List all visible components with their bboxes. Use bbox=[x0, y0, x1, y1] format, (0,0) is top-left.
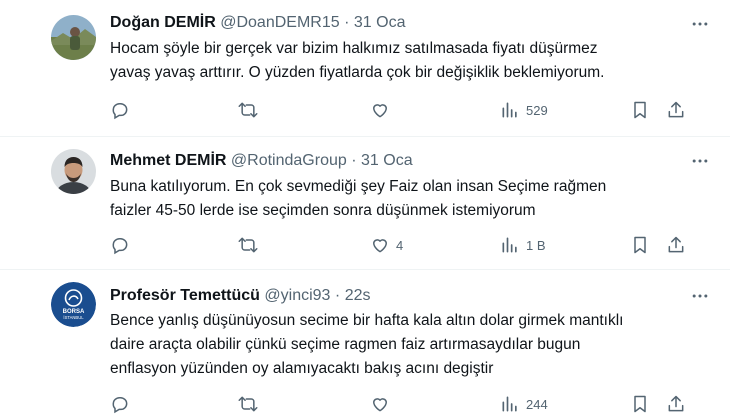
tweet-text-line: faizler 45-50 lerde ise seçimden sonra d… bbox=[110, 202, 536, 219]
timestamp[interactable]: 31 Oca bbox=[361, 152, 413, 169]
separator-dot: · bbox=[334, 287, 341, 304]
tweet-text-line: Hocam şöyle bir gerçek var bizim halkımı… bbox=[110, 40, 598, 57]
tweet-text-line: Bence yanlış düşünüyosun secime bir haft… bbox=[110, 312, 624, 329]
like-button[interactable] bbox=[370, 98, 396, 122]
tweet-text-line: daire araçta olabilir çünkü seçime ragme… bbox=[110, 336, 581, 353]
share-icon bbox=[668, 101, 684, 118]
retweet-icon bbox=[238, 102, 258, 118]
view-count: 529 bbox=[526, 102, 548, 118]
share-button[interactable] bbox=[666, 233, 686, 257]
reply-button[interactable] bbox=[110, 233, 130, 257]
tweet-text-line: Buna katılıyorum. En çok sevmediği şey F… bbox=[110, 178, 607, 195]
tweet-header: Profesör Temettücü @yinci93 · 22s bbox=[110, 285, 370, 307]
reply-button[interactable] bbox=[110, 392, 130, 416]
view-count: 244 bbox=[526, 396, 548, 412]
like-count: 4 bbox=[396, 237, 404, 253]
retweet-button[interactable] bbox=[238, 98, 258, 122]
tweet-text: Hocam şöyle bir gerçek var bizim halkımı… bbox=[110, 37, 710, 85]
display-name[interactable]: Profesör Temettücü bbox=[110, 287, 260, 304]
analytics-icon bbox=[502, 396, 517, 412]
bookmark-icon bbox=[634, 236, 646, 254]
divider bbox=[0, 269, 730, 270]
timestamp[interactable]: 31 Oca bbox=[354, 14, 406, 31]
display-name[interactable]: Doğan DEMİR bbox=[110, 14, 216, 31]
avatar-person-image bbox=[51, 149, 96, 194]
reply-icon bbox=[112, 103, 128, 120]
share-button[interactable] bbox=[666, 392, 686, 416]
share-icon bbox=[668, 236, 684, 253]
more-options-icon[interactable] bbox=[690, 286, 710, 306]
avatar[interactable] bbox=[51, 15, 96, 60]
separator-dot: · bbox=[344, 14, 350, 31]
separator-dot: · bbox=[351, 152, 357, 169]
reply-icon bbox=[112, 397, 128, 414]
tweet-actions: 529 bbox=[110, 98, 690, 122]
tweet-header: Doğan DEMİR @DoanDEMR15 · 31 Oca bbox=[110, 12, 405, 34]
analytics-icon bbox=[502, 237, 517, 253]
timestamp[interactable]: 22s bbox=[345, 287, 371, 304]
retweet-icon bbox=[238, 237, 258, 253]
avatar-landscape-image bbox=[51, 15, 96, 60]
tweet-header: Mehmet DEMİR @RotindaGroup · 31 Oca bbox=[110, 150, 413, 172]
tweet-text-line: enflasyon yüzünden oy alamıyacaktı bakış… bbox=[110, 360, 494, 377]
tweet-actions: 4 1 B bbox=[110, 233, 690, 257]
bookmark-button[interactable] bbox=[630, 392, 650, 416]
avatar[interactable]: BORSA İSTANBUL bbox=[51, 282, 96, 327]
share-button[interactable] bbox=[666, 98, 686, 122]
tweet-text: Bence yanlış düşünüyosun secime bir haft… bbox=[110, 309, 710, 381]
retweet-button[interactable] bbox=[238, 233, 258, 257]
user-handle[interactable]: @DoanDEMR15 bbox=[220, 14, 339, 31]
heart-icon bbox=[373, 239, 387, 253]
tweet-actions: 244 bbox=[110, 392, 690, 416]
reply-feed: Doğan DEMİR @DoanDEMR15 · 31 Oca Hocam ş… bbox=[0, 0, 730, 420]
display-name[interactable]: Mehmet DEMİR bbox=[110, 152, 226, 169]
bookmark-button[interactable] bbox=[630, 98, 650, 122]
heart-icon bbox=[373, 398, 387, 412]
user-handle[interactable]: @RotindaGroup bbox=[231, 152, 347, 169]
heart-icon bbox=[373, 104, 387, 118]
tweet-text: Buna katılıyorum. En çok sevmediği şey F… bbox=[110, 175, 710, 223]
retweet-icon bbox=[238, 396, 258, 412]
bookmark-button[interactable] bbox=[630, 233, 650, 257]
views-button[interactable]: 1 B bbox=[500, 233, 546, 257]
views-button[interactable]: 529 bbox=[500, 98, 548, 122]
reply-button[interactable] bbox=[110, 98, 130, 122]
like-button[interactable]: 4 bbox=[370, 233, 403, 257]
more-options-icon[interactable] bbox=[690, 151, 710, 171]
avatar[interactable] bbox=[51, 149, 96, 194]
borsa-istanbul-logo: BORSA İSTANBUL bbox=[51, 282, 96, 327]
bookmark-icon bbox=[634, 395, 646, 413]
user-handle[interactable]: @yinci93 bbox=[264, 287, 330, 304]
views-button[interactable]: 244 bbox=[500, 392, 548, 416]
share-icon bbox=[668, 395, 684, 412]
view-count: 1 B bbox=[526, 237, 546, 253]
tweet-text-line: yavaş yavaş arttırır. O yüzden fiyatlard… bbox=[110, 64, 605, 81]
reply-icon bbox=[112, 238, 128, 255]
retweet-button[interactable] bbox=[238, 392, 258, 416]
divider bbox=[0, 136, 730, 137]
analytics-icon bbox=[502, 102, 517, 118]
more-options-icon[interactable] bbox=[690, 14, 710, 34]
bookmark-icon bbox=[634, 101, 646, 119]
like-button[interactable] bbox=[370, 392, 396, 416]
logo-text-istanbul: İSTANBUL bbox=[63, 315, 84, 320]
